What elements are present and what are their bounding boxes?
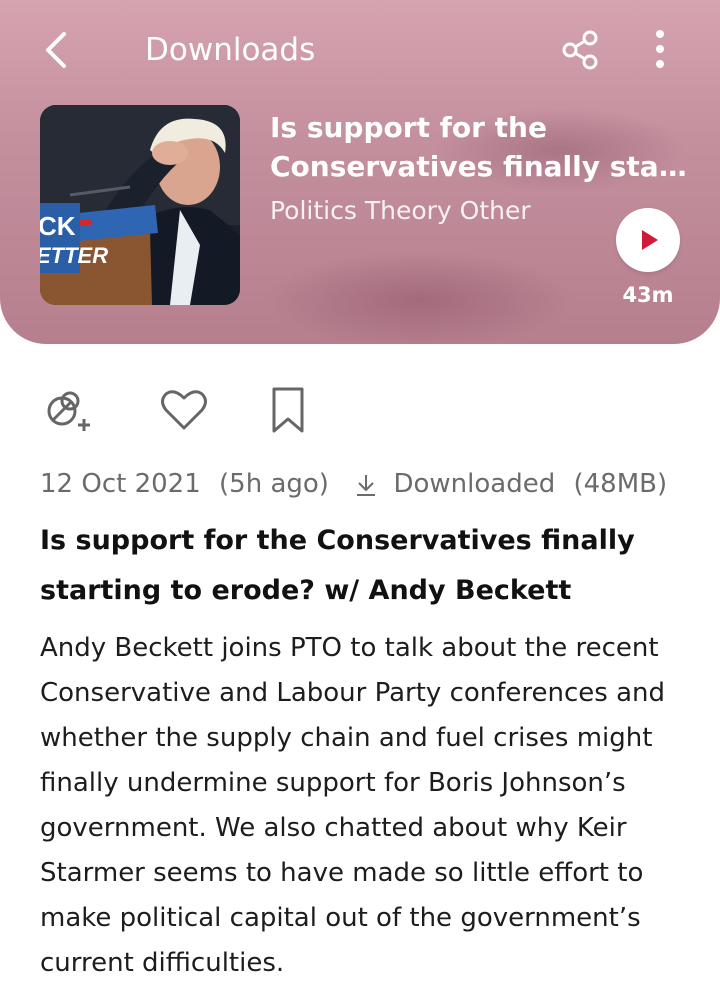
episode-actions	[40, 383, 340, 439]
back-arrow-icon	[46, 32, 66, 68]
episode-header: Downloads CK ETTER Is support for the Co…	[0, 0, 720, 344]
episode-body-title: Is support for the Conservatives finally…	[40, 525, 635, 606]
download-status: Downloaded	[393, 469, 556, 499]
episode-title: Is support for the Conservatives finally…	[270, 108, 690, 186]
like-button[interactable]	[156, 383, 212, 439]
artwork-image: CK ETTER	[40, 105, 240, 305]
add-subscription-icon	[47, 391, 90, 431]
episode-meta: 12 Oct 2021 (5h ago) Downloaded (48MB)	[40, 466, 667, 502]
more-options-button[interactable]	[646, 28, 674, 72]
bookmark-icon	[272, 387, 304, 433]
more-vertical-icon	[656, 30, 664, 68]
play-icon	[642, 230, 658, 250]
episode-description: Andy Beckett joins PTO to talk about the…	[40, 633, 666, 978]
download-icon	[357, 474, 376, 496]
episode-artwork[interactable]: CK ETTER	[40, 105, 240, 305]
back-button[interactable]	[36, 26, 80, 74]
episode-title-line-2: Conservatives finally starting to erode?…	[270, 150, 690, 183]
bookmark-button[interactable]	[260, 383, 316, 439]
episode-duration: 43m	[622, 283, 674, 307]
episode-date: 12 Oct 2021	[40, 469, 201, 499]
artwork-text-top: CK	[40, 211, 76, 241]
play-button[interactable]	[616, 208, 680, 272]
podcast-name[interactable]: Politics Theory Other	[270, 192, 531, 230]
heart-icon	[161, 390, 207, 430]
episode-title-line-1: Is support for the	[270, 111, 547, 144]
add-subscription-button[interactable]	[40, 383, 96, 439]
page-title: Downloads	[145, 32, 316, 68]
share-icon	[562, 30, 598, 70]
download-size: (48MB)	[573, 469, 668, 499]
share-button[interactable]	[558, 28, 602, 72]
episode-age: (5h ago)	[219, 469, 329, 499]
artwork-text-bottom: ETTER	[40, 243, 108, 268]
